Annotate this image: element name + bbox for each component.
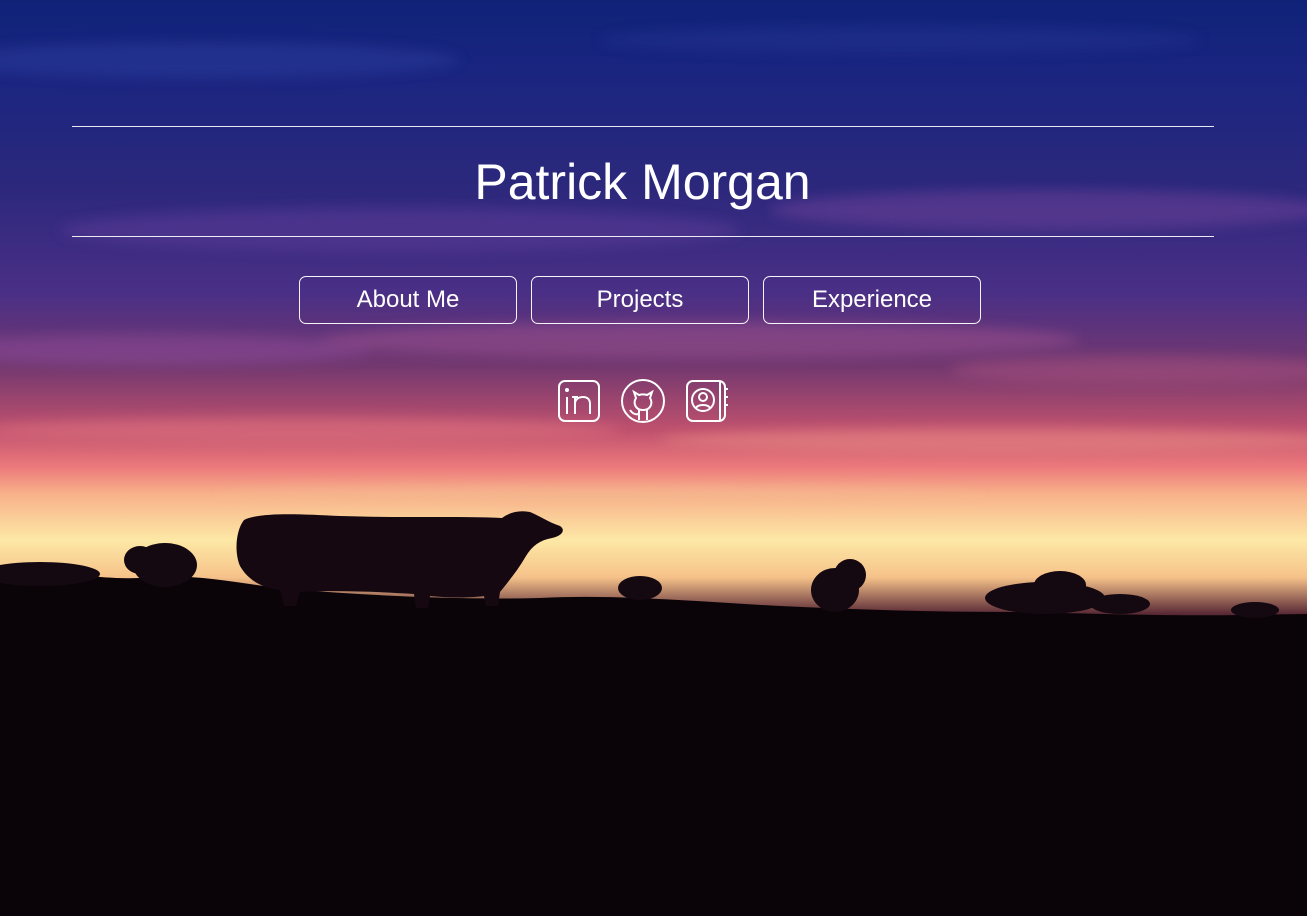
about-me-button[interactable]: About Me — [299, 276, 517, 324]
linkedin-icon[interactable] — [556, 378, 602, 424]
title-divider-top — [72, 126, 1214, 127]
experience-button[interactable]: Experience — [763, 276, 981, 324]
page-title: Patrick Morgan — [474, 154, 811, 210]
github-icon[interactable] — [620, 378, 666, 424]
landscape-silhouette — [0, 511, 1307, 916]
title-divider-bottom — [72, 236, 1214, 237]
projects-button[interactable]: Projects — [531, 276, 749, 324]
contact-book-icon[interactable] — [684, 378, 730, 424]
main-nav: About Me Projects Experience — [299, 276, 981, 324]
social-links — [556, 378, 730, 424]
hero-section: Patrick Morgan About Me Projects Experie… — [0, 0, 1307, 916]
